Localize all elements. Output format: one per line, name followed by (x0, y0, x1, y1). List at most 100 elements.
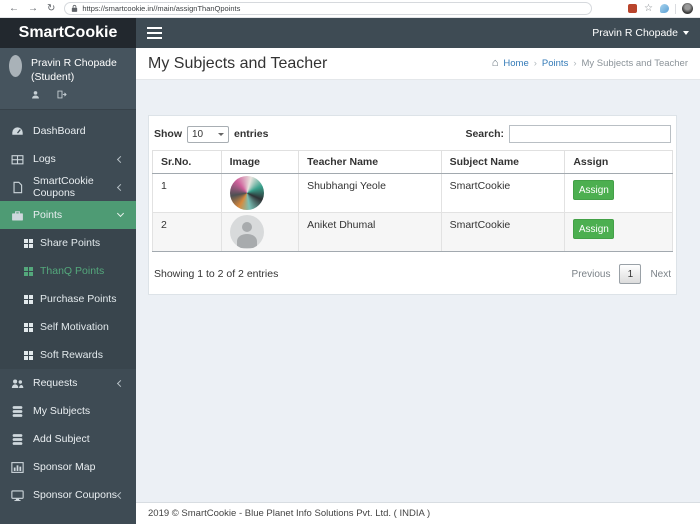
sidebar-item-points[interactable]: Points (0, 201, 136, 229)
grid-icon (24, 295, 28, 299)
sidebar-item-label: Self Motivation (40, 321, 109, 333)
cell-subject: SmartCookie (440, 212, 566, 252)
pagination-next[interactable]: Next (650, 269, 671, 280)
address-bar[interactable]: https://smartcookie.in//main/assignThanQ… (64, 2, 593, 15)
assign-button[interactable]: Assign (573, 219, 615, 239)
breadcrumb-points[interactable]: Points (542, 58, 568, 69)
table-footer: Showing 1 to 2 of 2 entries Previous 1 N… (154, 264, 671, 284)
entries-label: entries (234, 128, 269, 140)
select-caret-icon (218, 132, 224, 136)
sidebar-item-share-points[interactable]: Share Points (0, 229, 136, 257)
search-input[interactable] (509, 125, 671, 143)
sidebar-item-my-subjects[interactable]: My Subjects (0, 397, 136, 425)
chrome-divider (675, 3, 676, 14)
chevron-down-icon (116, 209, 125, 218)
page-size-select[interactable]: 10 (187, 125, 229, 143)
page-header: My Subjects and Teacher ⌂ Home › Points … (136, 48, 700, 80)
monitor-icon (11, 489, 24, 501)
sidebar-item-requests[interactable]: Requests (0, 369, 136, 397)
cell-teacher: Aniket Dhumal (298, 212, 442, 252)
sidebar-item-purchase-points[interactable]: Purchase Points (0, 285, 136, 313)
breadcrumb-current: My Subjects and Teacher (581, 58, 689, 69)
search-label: Search: (465, 128, 504, 140)
forward-icon[interactable]: → (28, 3, 38, 14)
page-title: My Subjects and Teacher (148, 54, 328, 72)
sidebar-menu: DashBoard Logs SmartCookie Coupons Point… (0, 110, 136, 509)
profile-icon[interactable] (31, 90, 40, 99)
sidebar-item-label: My Subjects (33, 405, 91, 417)
sidebar-item-soft-rewards[interactable]: Soft Rewards (0, 341, 136, 369)
copyright-text: 2019 © SmartCookie - Blue Planet Info So… (148, 508, 431, 519)
table-panel: Show 10 entries Search: Sr.No. Image Tea… (148, 115, 677, 295)
user-name: Pravin R Chopade (31, 57, 117, 69)
teacher-photo-avatar (229, 176, 264, 210)
table-header-row: Sr.No. Image Teacher Name Subject Name A… (152, 150, 673, 174)
back-icon[interactable]: ← (9, 3, 19, 14)
pagination: Previous 1 Next (572, 264, 671, 284)
cell-teacher: Shubhangi Yeole (298, 173, 442, 213)
assign-button[interactable]: Assign (573, 180, 615, 200)
show-label: Show (154, 128, 182, 140)
cell-image (220, 212, 300, 252)
cell-subject: SmartCookie (440, 173, 566, 213)
file-icon (13, 181, 23, 193)
user-dropdown[interactable]: Pravin R Chopade (592, 27, 689, 39)
user-avatar (9, 55, 22, 77)
cell-assign: Assign (564, 173, 673, 213)
bookmark-star-icon[interactable]: ☆ (644, 3, 653, 14)
sidebar-item-add-subject[interactable]: Add Subject (0, 425, 136, 453)
sidebar-toggle-icon[interactable] (147, 26, 162, 40)
grid-icon (24, 267, 28, 271)
cell-image (220, 173, 300, 213)
table-row: 1 Shubhangi Yeole SmartCookie Assign (152, 173, 673, 213)
sidebar-item-label: Sponsor Map (33, 461, 96, 473)
grid-icon (24, 323, 28, 327)
column-header-subject[interactable]: Subject Name (440, 150, 566, 174)
pagination-previous[interactable]: Previous (572, 269, 611, 280)
column-header-teacher[interactable]: Teacher Name (298, 150, 442, 174)
url-text: https://smartcookie.in//main/assignThanQ… (82, 4, 241, 13)
sidebar-item-sponsor-coupons[interactable]: Sponsor Coupons (0, 481, 136, 509)
chevron-left-icon (116, 491, 125, 500)
column-header-assign[interactable]: Assign (564, 150, 673, 174)
teachers-table: Sr.No. Image Teacher Name Subject Name A… (152, 150, 673, 252)
cell-srno: 2 (152, 212, 222, 252)
database-icon (12, 405, 23, 417)
table-info: Showing 1 to 2 of 2 entries (154, 268, 279, 280)
reload-icon[interactable]: ↻ (47, 3, 55, 14)
logout-icon[interactable] (57, 90, 67, 99)
sidebar-item-self-motivation[interactable]: Self Motivation (0, 313, 136, 341)
extension-icon-2[interactable] (660, 4, 669, 13)
sidebar-item-dashboard[interactable]: DashBoard (0, 117, 136, 145)
bar-chart-icon (11, 461, 24, 473)
placeholder-avatar (229, 215, 264, 249)
extension-icon[interactable] (628, 4, 638, 13)
breadcrumb-home[interactable]: Home (503, 58, 528, 69)
points-submenu: Share Points ThanQ Points Purchase Point… (0, 229, 136, 369)
top-navbar: Pravin R Chopade (136, 18, 700, 48)
sidebar-item-label: Soft Rewards (40, 349, 104, 361)
page-size-value: 10 (192, 128, 204, 140)
table-icon (11, 154, 24, 164)
sidebar-item-label: Requests (33, 377, 78, 389)
chevron-left-icon (116, 379, 125, 388)
database-icon (12, 433, 23, 445)
caret-down-icon (683, 31, 689, 35)
user-role: (Student) (31, 71, 75, 84)
browser-chrome: ← → ↻ https://smartcookie.in//main/assig… (0, 0, 700, 18)
sidebar-item-sponsor-map[interactable]: Sponsor Map (0, 453, 136, 481)
sidebar-item-thanq-points[interactable]: ThanQ Points (0, 257, 136, 285)
home-icon: ⌂ (491, 57, 499, 69)
cell-srno: 1 (152, 173, 222, 213)
user-dropdown-label: Pravin R Chopade (592, 27, 678, 39)
column-header-image[interactable]: Image (220, 150, 300, 174)
sidebar-item-smartcookie-coupons[interactable]: SmartCookie Coupons (0, 173, 136, 201)
table-controls: Show 10 entries Search: (154, 124, 671, 144)
app-logo[interactable]: SmartCookie (0, 18, 136, 48)
pagination-page-1[interactable]: 1 (619, 264, 642, 284)
sidebar-item-logs[interactable]: Logs (0, 145, 136, 173)
gauge-icon (12, 126, 23, 135)
column-header-srno[interactable]: Sr.No. (152, 150, 222, 174)
browser-profile-avatar[interactable] (682, 3, 693, 14)
breadcrumb-separator: › (573, 58, 577, 69)
